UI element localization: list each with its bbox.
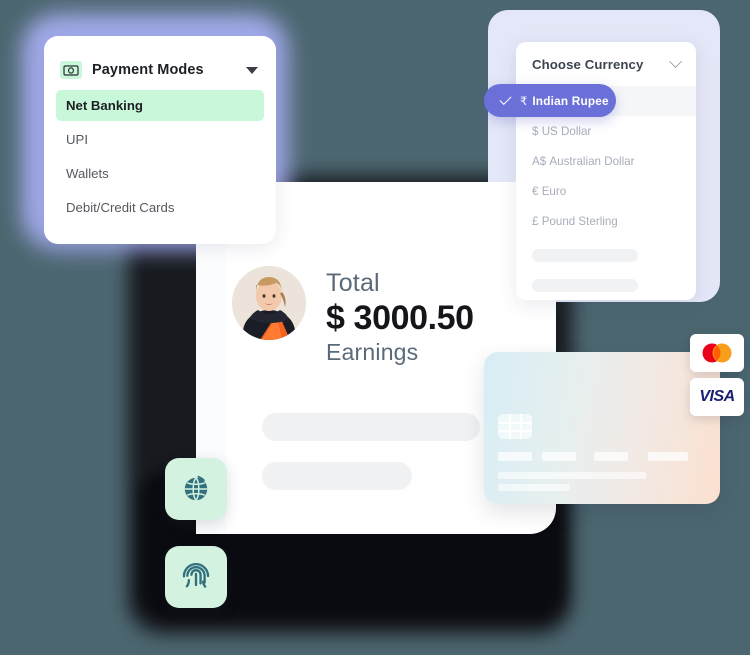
illustration-canvas: Total $ 3000.50 Earnings VISA Payment Mo… <box>0 0 750 655</box>
payment-mode-item-cards[interactable]: Debit/Credit Cards <box>56 192 264 223</box>
currency-option-us-dollar[interactable]: $ US Dollar <box>516 116 696 146</box>
earnings-amount: $ 3000.50 <box>326 299 474 337</box>
currency-label: Euro <box>541 184 567 198</box>
placeholder-bar <box>262 413 480 441</box>
currency-symbol: € <box>532 184 539 198</box>
placeholder-bar <box>532 249 638 262</box>
currency-option-euro[interactable]: € Euro <box>516 176 696 206</box>
currency-option-pound-sterling[interactable]: £ Pound Sterling <box>516 206 696 236</box>
visa-wordmark: VISA <box>699 388 735 405</box>
currency-selected-pill[interactable]: ₹ Indian Rupee <box>484 84 616 117</box>
currency-symbol: ₹ <box>520 95 528 108</box>
card-number-group <box>542 452 576 461</box>
card-detail-line <box>498 484 570 491</box>
currency-symbol: £ <box>532 214 539 228</box>
payment-mode-label: Net Banking <box>66 98 143 113</box>
payment-modes-title: Payment Modes <box>92 62 204 78</box>
globe-tile[interactable] <box>165 458 227 520</box>
placeholder-bar <box>262 462 412 490</box>
payment-mode-item-net-banking[interactable]: Net Banking <box>56 90 264 121</box>
currency-label: US Dollar <box>541 124 592 138</box>
earnings-total-label: Total <box>326 269 380 297</box>
currency-dropdown-header[interactable]: Choose Currency <box>516 42 696 86</box>
payment-mode-label: Wallets <box>66 166 109 181</box>
payment-modes-list: Net Banking UPI Wallets Debit/Credit Car… <box>44 86 276 223</box>
payment-modes-card: Payment Modes Net Banking UPI Wallets De… <box>44 36 276 244</box>
currency-dropdown: Choose Currency $ US Dollar A$ Australia… <box>516 42 696 300</box>
currency-dropdown-label: Choose Currency <box>532 56 644 72</box>
currency-symbol: A$ <box>532 154 547 168</box>
globe-icon <box>184 475 208 501</box>
payment-mode-item-upi[interactable]: UPI <box>56 124 264 155</box>
payment-mode-label: Debit/Credit Cards <box>66 200 175 215</box>
currency-option-australian-dollar[interactable]: A$ Australian Dollar <box>516 146 696 176</box>
placeholder-bar <box>532 279 638 292</box>
currency-selected-label: Indian Rupee <box>532 93 609 108</box>
payment-modes-header[interactable]: Payment Modes <box>44 36 276 86</box>
card-detail-line <box>498 472 646 479</box>
fingerprint-icon <box>182 562 210 588</box>
currency-label: Pound Sterling <box>541 214 618 228</box>
mastercard-logo <box>690 334 744 372</box>
credit-card <box>484 352 720 504</box>
card-number-group <box>498 452 532 461</box>
chevron-down-icon[interactable] <box>246 66 258 74</box>
chevron-down-icon[interactable] <box>669 54 682 68</box>
fingerprint-tile[interactable] <box>165 546 227 608</box>
card-chip-icon <box>498 414 532 439</box>
check-icon <box>499 92 512 106</box>
visa-logo: VISA <box>690 378 744 416</box>
currency-label: Australian Dollar <box>549 154 635 168</box>
currency-symbol: $ <box>532 124 539 138</box>
avatar <box>232 266 306 340</box>
banknote-icon <box>60 61 82 79</box>
card-number-group <box>594 452 628 461</box>
payment-mode-label: UPI <box>66 132 88 147</box>
card-number-group <box>648 452 688 461</box>
payment-mode-item-wallets[interactable]: Wallets <box>56 158 264 189</box>
